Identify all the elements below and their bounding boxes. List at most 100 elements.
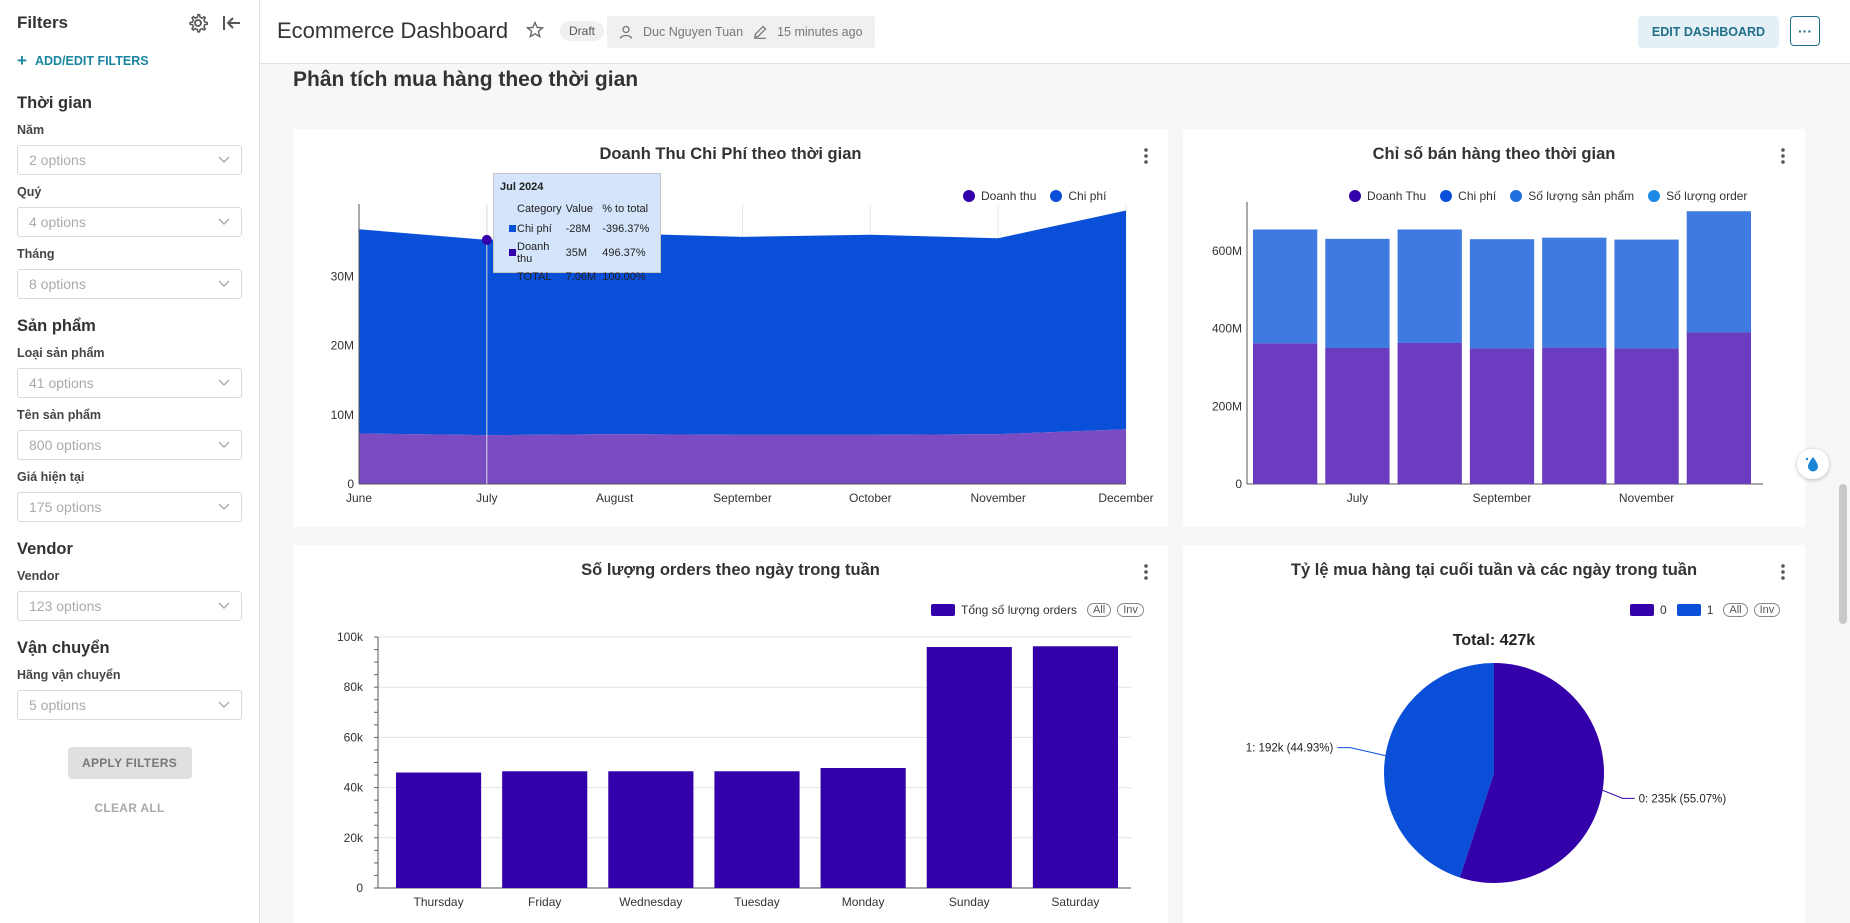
y-tick-label: 200M [1212, 399, 1242, 413]
filter-placeholder: 123 options [29, 598, 102, 614]
filter-select[interactable]: 41 options [17, 368, 242, 398]
bar-chi-phi [1542, 237, 1607, 348]
y-tick-label: 0 [1235, 477, 1242, 491]
stacked-bar-chart: 0 200M 400M 600M July September November [1212, 202, 1763, 505]
modified-time: 15 minutes ago [777, 25, 863, 39]
tooltip-header: Value [565, 203, 593, 215]
dashboard-meta: Duc Nguyen Tuan 15 minutes ago [607, 16, 875, 48]
collapse-sidebar-icon[interactable] [222, 14, 242, 32]
chevron-down-icon [218, 379, 230, 386]
x-tick-label: November [1619, 491, 1674, 505]
x-tick-label: June [346, 491, 372, 505]
pie-label: 0: 235k (55.07%) [1639, 793, 1727, 805]
floating-action-button[interactable] [1797, 449, 1829, 479]
filter-group-title: Sản phẩm [17, 317, 96, 335]
hover-point [481, 234, 492, 245]
apply-filters-button[interactable]: APPLY FILTERS [67, 747, 192, 779]
dashboard-title: Ecommerce Dashboard [277, 18, 509, 43]
bar-chi-phi [1686, 211, 1751, 333]
filter-select[interactable]: 5 options [17, 690, 242, 720]
gear-icon[interactable] [188, 13, 208, 33]
y-tick-label: 400M [1212, 322, 1242, 336]
clear-all-button[interactable]: CLEAR ALL [17, 801, 242, 815]
filter-select[interactable]: 8 options [17, 269, 242, 299]
section-title: Phân tích mua hàng theo thời gian [293, 68, 639, 91]
sidebar-title: Filters [17, 13, 69, 32]
filter-label: Năm [17, 123, 45, 137]
y-tick-label: 20M [331, 339, 354, 353]
filter-label: Loại sản phẩm [17, 346, 105, 360]
chart-tooltip: Jul 2024 Category Value % to total Chi phí -… [493, 173, 661, 283]
filter-select[interactable]: 2 options [17, 145, 242, 175]
tooltip-swatch [508, 238, 517, 268]
x-tick-label: November [970, 491, 1025, 505]
area-series-chi-phi [359, 210, 1126, 436]
filter-select[interactable]: 175 options [17, 492, 242, 522]
y-tick-label: 60k [344, 730, 364, 744]
plus-icon: + [17, 51, 27, 70]
y-tick-label: 100k [337, 630, 364, 644]
edit-dashboard-button[interactable]: EDIT DASHBOARD [1638, 16, 1779, 48]
filter-placeholder: 4 options [29, 214, 86, 230]
tooltip-cell: -28M [565, 223, 591, 235]
x-tick-label: Wednesday [619, 895, 682, 909]
tooltip-swatch [508, 268, 517, 286]
scrollbar-thumb[interactable] [1839, 484, 1847, 624]
filter-label: Vendor [17, 569, 60, 583]
x-tick-label: Monday [842, 895, 885, 909]
tooltip-header: Category [517, 203, 562, 215]
pie-label-line [1602, 789, 1635, 799]
chart-card-sales-index: Chỉ số bán hàng theo thời gian Doanh Thu… [1183, 129, 1805, 527]
bar-orders [608, 771, 694, 888]
x-tick-label: December [1098, 491, 1153, 505]
chart-card-weekend-ratio: Tỷ lệ mua hàng tại cuối tuần và các ngày… [1183, 545, 1805, 923]
x-tick-label: July [476, 491, 497, 505]
tooltip-cell: 35M [565, 247, 588, 259]
bar-doanh-thu [1397, 342, 1462, 484]
x-tick-label: Friday [528, 895, 561, 909]
filter-placeholder: 41 options [29, 375, 94, 391]
chevron-down-icon [218, 602, 230, 609]
filter-label: Quý [17, 185, 42, 199]
filter-select[interactable]: 800 options [17, 430, 242, 460]
y-tick-label: 30M [331, 269, 354, 283]
pie-total-label: Total: 427k [1453, 632, 1536, 649]
filter-groups: Thời gian Năm 2 options Quý 4 options Tháng 8 … [17, 94, 242, 720]
area-chart: 0 10M 20M 30M June July August September October… [331, 204, 1154, 505]
page-scrollbar[interactable] [1836, 64, 1850, 923]
tooltip-cell: -396.37% [602, 223, 650, 235]
filter-group-title: Vận chuyển [17, 639, 110, 657]
x-tick-label: September [713, 491, 772, 505]
filter-select[interactable]: 123 options [17, 591, 242, 621]
chevron-down-icon [218, 156, 230, 163]
filter-placeholder: 2 options [29, 152, 86, 168]
chevron-down-icon [218, 701, 230, 708]
star-icon[interactable] [526, 21, 544, 39]
tooltip-row: TOTAL 7.06M 100.00% [508, 268, 655, 286]
add-edit-filters-link[interactable]: + ADD/EDIT FILTERS [17, 46, 242, 76]
tooltip-cell: Doanh thu [517, 241, 550, 265]
chart-card-orders-weekday: Số lượng orders theo ngày trong tuần Tổn… [293, 545, 1168, 923]
bar-doanh-thu [1686, 332, 1751, 484]
filter-group-title: Thời gian [17, 94, 92, 112]
filter-placeholder: 175 options [29, 499, 102, 515]
filter-placeholder: 8 options [29, 276, 86, 292]
filter-label: Giá hiện tại [17, 470, 85, 484]
y-tick-label: 0 [347, 477, 354, 491]
filter-select[interactable]: 4 options [17, 207, 242, 237]
add-edit-filters-label: ADD/EDIT FILTERS [34, 54, 149, 68]
tooltip-title: Jul 2024 [500, 181, 544, 193]
more-options-button[interactable]: ··· [1790, 16, 1820, 46]
status-badge[interactable]: Draft [560, 21, 605, 41]
y-tick-label: 600M [1212, 244, 1242, 258]
x-tick-label: Sunday [949, 895, 990, 909]
filter-placeholder: 800 options [29, 437, 102, 453]
filter-group-title: Vendor [17, 540, 73, 558]
pencil-icon [754, 25, 767, 39]
tooltip-row: Chi phí -28M -396.37% [508, 220, 655, 238]
x-tick-label: July [1347, 491, 1368, 505]
bar-orders [502, 771, 588, 888]
filter-label: Tháng [17, 247, 55, 261]
x-tick-label: Tuesday [734, 895, 780, 909]
filter-label: Hãng vận chuyển [17, 668, 121, 682]
